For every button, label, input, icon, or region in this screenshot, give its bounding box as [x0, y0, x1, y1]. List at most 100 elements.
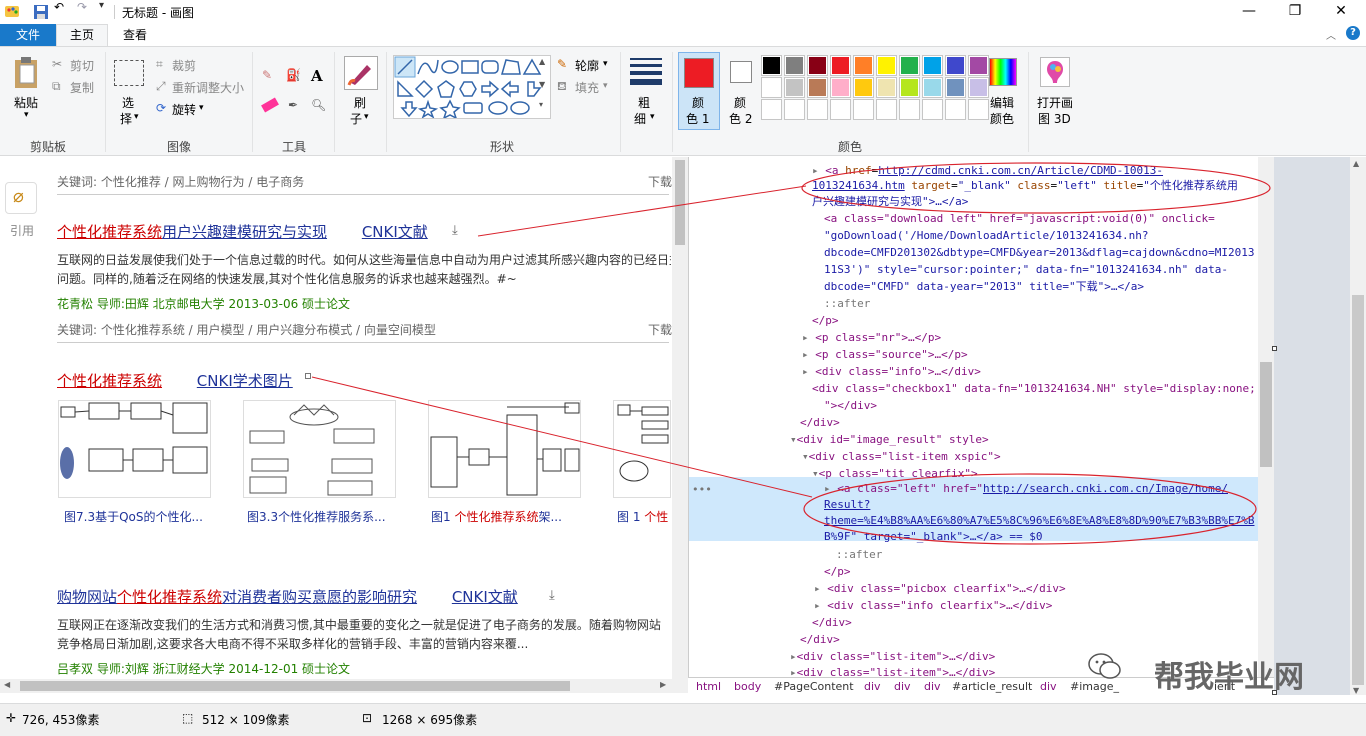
custom-color-slot[interactable] — [899, 99, 920, 120]
paste-icon[interactable] — [12, 56, 42, 93]
scissors-icon: ✂ — [52, 57, 63, 71]
fill-button[interactable]: 填充 — [575, 79, 599, 96]
size-icon[interactable] — [630, 58, 662, 85]
shapes-gallery[interactable] — [393, 55, 551, 120]
palette-color[interactable] — [876, 77, 897, 98]
palette-color[interactable] — [761, 77, 782, 98]
open-paint3d-button-line2[interactable]: 图 3D — [1038, 110, 1071, 127]
group-separator — [672, 52, 673, 152]
shapes-scroll-up-icon[interactable]: ▲ — [539, 57, 545, 66]
crop-button[interactable]: 裁剪 — [172, 57, 196, 74]
custom-color-slot[interactable] — [761, 99, 782, 120]
copy-button[interactable]: 复制 — [70, 79, 94, 96]
fill-dropdown-icon[interactable]: ▾ — [603, 81, 608, 91]
palette-color[interactable] — [968, 55, 989, 76]
select-button[interactable]: 选 — [122, 94, 134, 111]
tab-home[interactable]: 主页 — [56, 24, 108, 47]
palette-color[interactable] — [945, 55, 966, 76]
custom-color-slot[interactable] — [784, 99, 805, 120]
custom-color-slot[interactable] — [945, 99, 966, 120]
custom-color-slot[interactable] — [853, 99, 874, 120]
size-button-line2[interactable]: 细 — [634, 110, 646, 127]
text-tool-icon[interactable]: A — [311, 67, 323, 85]
size-dropdown-icon[interactable]: ▾ — [650, 112, 655, 122]
custom-color-slot[interactable] — [922, 99, 943, 120]
color-picker-icon[interactable]: ✒ — [288, 98, 298, 112]
shapes-more-icon[interactable]: ▾ — [539, 100, 543, 109]
custom-color-slot[interactable] — [807, 99, 828, 120]
customize-qat-icon[interactable]: ▾ — [99, 0, 104, 11]
outline-dropdown-icon[interactable]: ▾ — [603, 59, 608, 69]
palette-color[interactable] — [853, 55, 874, 76]
paint3d-icon[interactable] — [1040, 57, 1070, 87]
cursor-position-icon: ✛ — [6, 711, 17, 725]
select-icon[interactable] — [114, 60, 144, 86]
palette-color[interactable] — [899, 77, 920, 98]
outline-button[interactable]: 轮廓 — [575, 57, 599, 74]
color2-swatch[interactable] — [730, 61, 752, 83]
edit-colors-icon[interactable] — [989, 58, 1017, 86]
save-icon[interactable] — [33, 4, 49, 23]
palette-color[interactable] — [784, 77, 805, 98]
select-dropdown-icon[interactable]: ▾ — [134, 112, 139, 122]
size-button[interactable]: 粗 — [638, 94, 650, 111]
palette-color[interactable] — [761, 55, 782, 76]
palette-color[interactable] — [830, 55, 851, 76]
tab-bar — [0, 24, 1366, 46]
group-separator — [252, 52, 253, 152]
palette-color[interactable] — [784, 55, 805, 76]
palette-color[interactable] — [922, 55, 943, 76]
pencil-icon[interactable]: ✎ — [262, 68, 272, 82]
minimize-icon[interactable]: — — [1226, 0, 1272, 24]
status-bar: ✛ 726, 453像素 ⬚ 512 × 109像素 ⊡ 1268 × 695像… — [0, 703, 1366, 736]
custom-color-slot[interactable] — [830, 99, 851, 120]
window-title: 无标题 - 画图 — [122, 6, 194, 20]
undo-icon[interactable]: ↶ — [54, 0, 64, 14]
annotation-line-2 — [311, 376, 813, 498]
rotate-button[interactable]: 旋转 — [172, 101, 196, 118]
close-icon[interactable]: ✕ — [1318, 0, 1364, 24]
shapes-scroll-down-icon[interactable]: ▼ — [539, 80, 545, 89]
rotate-dropdown-icon[interactable]: ▾ — [199, 103, 204, 113]
color2-label-line2[interactable]: 色 2 — [729, 110, 752, 127]
tab-file[interactable]: 文件 — [0, 24, 56, 46]
title-divider — [114, 5, 115, 19]
palette-color-fill — [878, 57, 895, 74]
custom-color-slot[interactable] — [876, 99, 897, 120]
collapse-ribbon-icon[interactable]: ︿ — [1326, 27, 1336, 42]
palette-color[interactable] — [876, 55, 897, 76]
paste-dropdown-icon[interactable]: ▾ — [24, 110, 29, 120]
palette-color[interactable] — [968, 77, 989, 98]
palette-color[interactable] — [945, 77, 966, 98]
shapes-group-label: 形状 — [490, 140, 515, 154]
annotation-ellipse-1 — [801, 162, 1271, 214]
edit-colors-button[interactable]: 编辑 — [990, 94, 1014, 111]
maximize-icon[interactable]: ❐ — [1272, 0, 1318, 24]
brush-icon[interactable] — [344, 56, 378, 90]
palette-color[interactable] — [807, 55, 828, 76]
annotation-line-1 — [477, 185, 807, 237]
paste-button[interactable]: 粘贴 — [14, 94, 38, 111]
palette-color[interactable] — [830, 77, 851, 98]
cut-button[interactable]: 剪切 — [70, 57, 94, 74]
resize-icon: ⤢ — [156, 79, 166, 93]
select-button-line2[interactable]: 择 — [120, 110, 132, 127]
fill-bucket-icon[interactable]: ⛽ — [286, 68, 301, 82]
tab-view[interactable]: 查看 — [112, 24, 158, 46]
magnifier-icon[interactable]: 🔍︎ — [311, 98, 326, 112]
custom-color-slot[interactable] — [968, 99, 989, 120]
palette-color[interactable] — [922, 77, 943, 98]
help-icon[interactable]: ? — [1346, 26, 1360, 40]
palette-color[interactable] — [853, 77, 874, 98]
paint-app-icon[interactable] — [4, 3, 22, 21]
palette-color[interactable] — [807, 77, 828, 98]
brushes-dropdown-icon[interactable]: ▾ — [364, 112, 369, 122]
palette-color[interactable] — [899, 55, 920, 76]
brushes-button[interactable]: 刷 — [354, 94, 366, 111]
watermark-text: 帮我毕业网 — [1154, 660, 1304, 695]
open-paint3d-button[interactable]: 打开画 — [1037, 94, 1073, 111]
resize-button[interactable]: 重新调整大小 — [172, 79, 244, 96]
edit-colors-button-line2[interactable]: 颜色 — [990, 110, 1014, 127]
redo-icon[interactable]: ↷ — [77, 0, 87, 14]
brushes-button-line2[interactable]: 子 — [350, 110, 362, 127]
